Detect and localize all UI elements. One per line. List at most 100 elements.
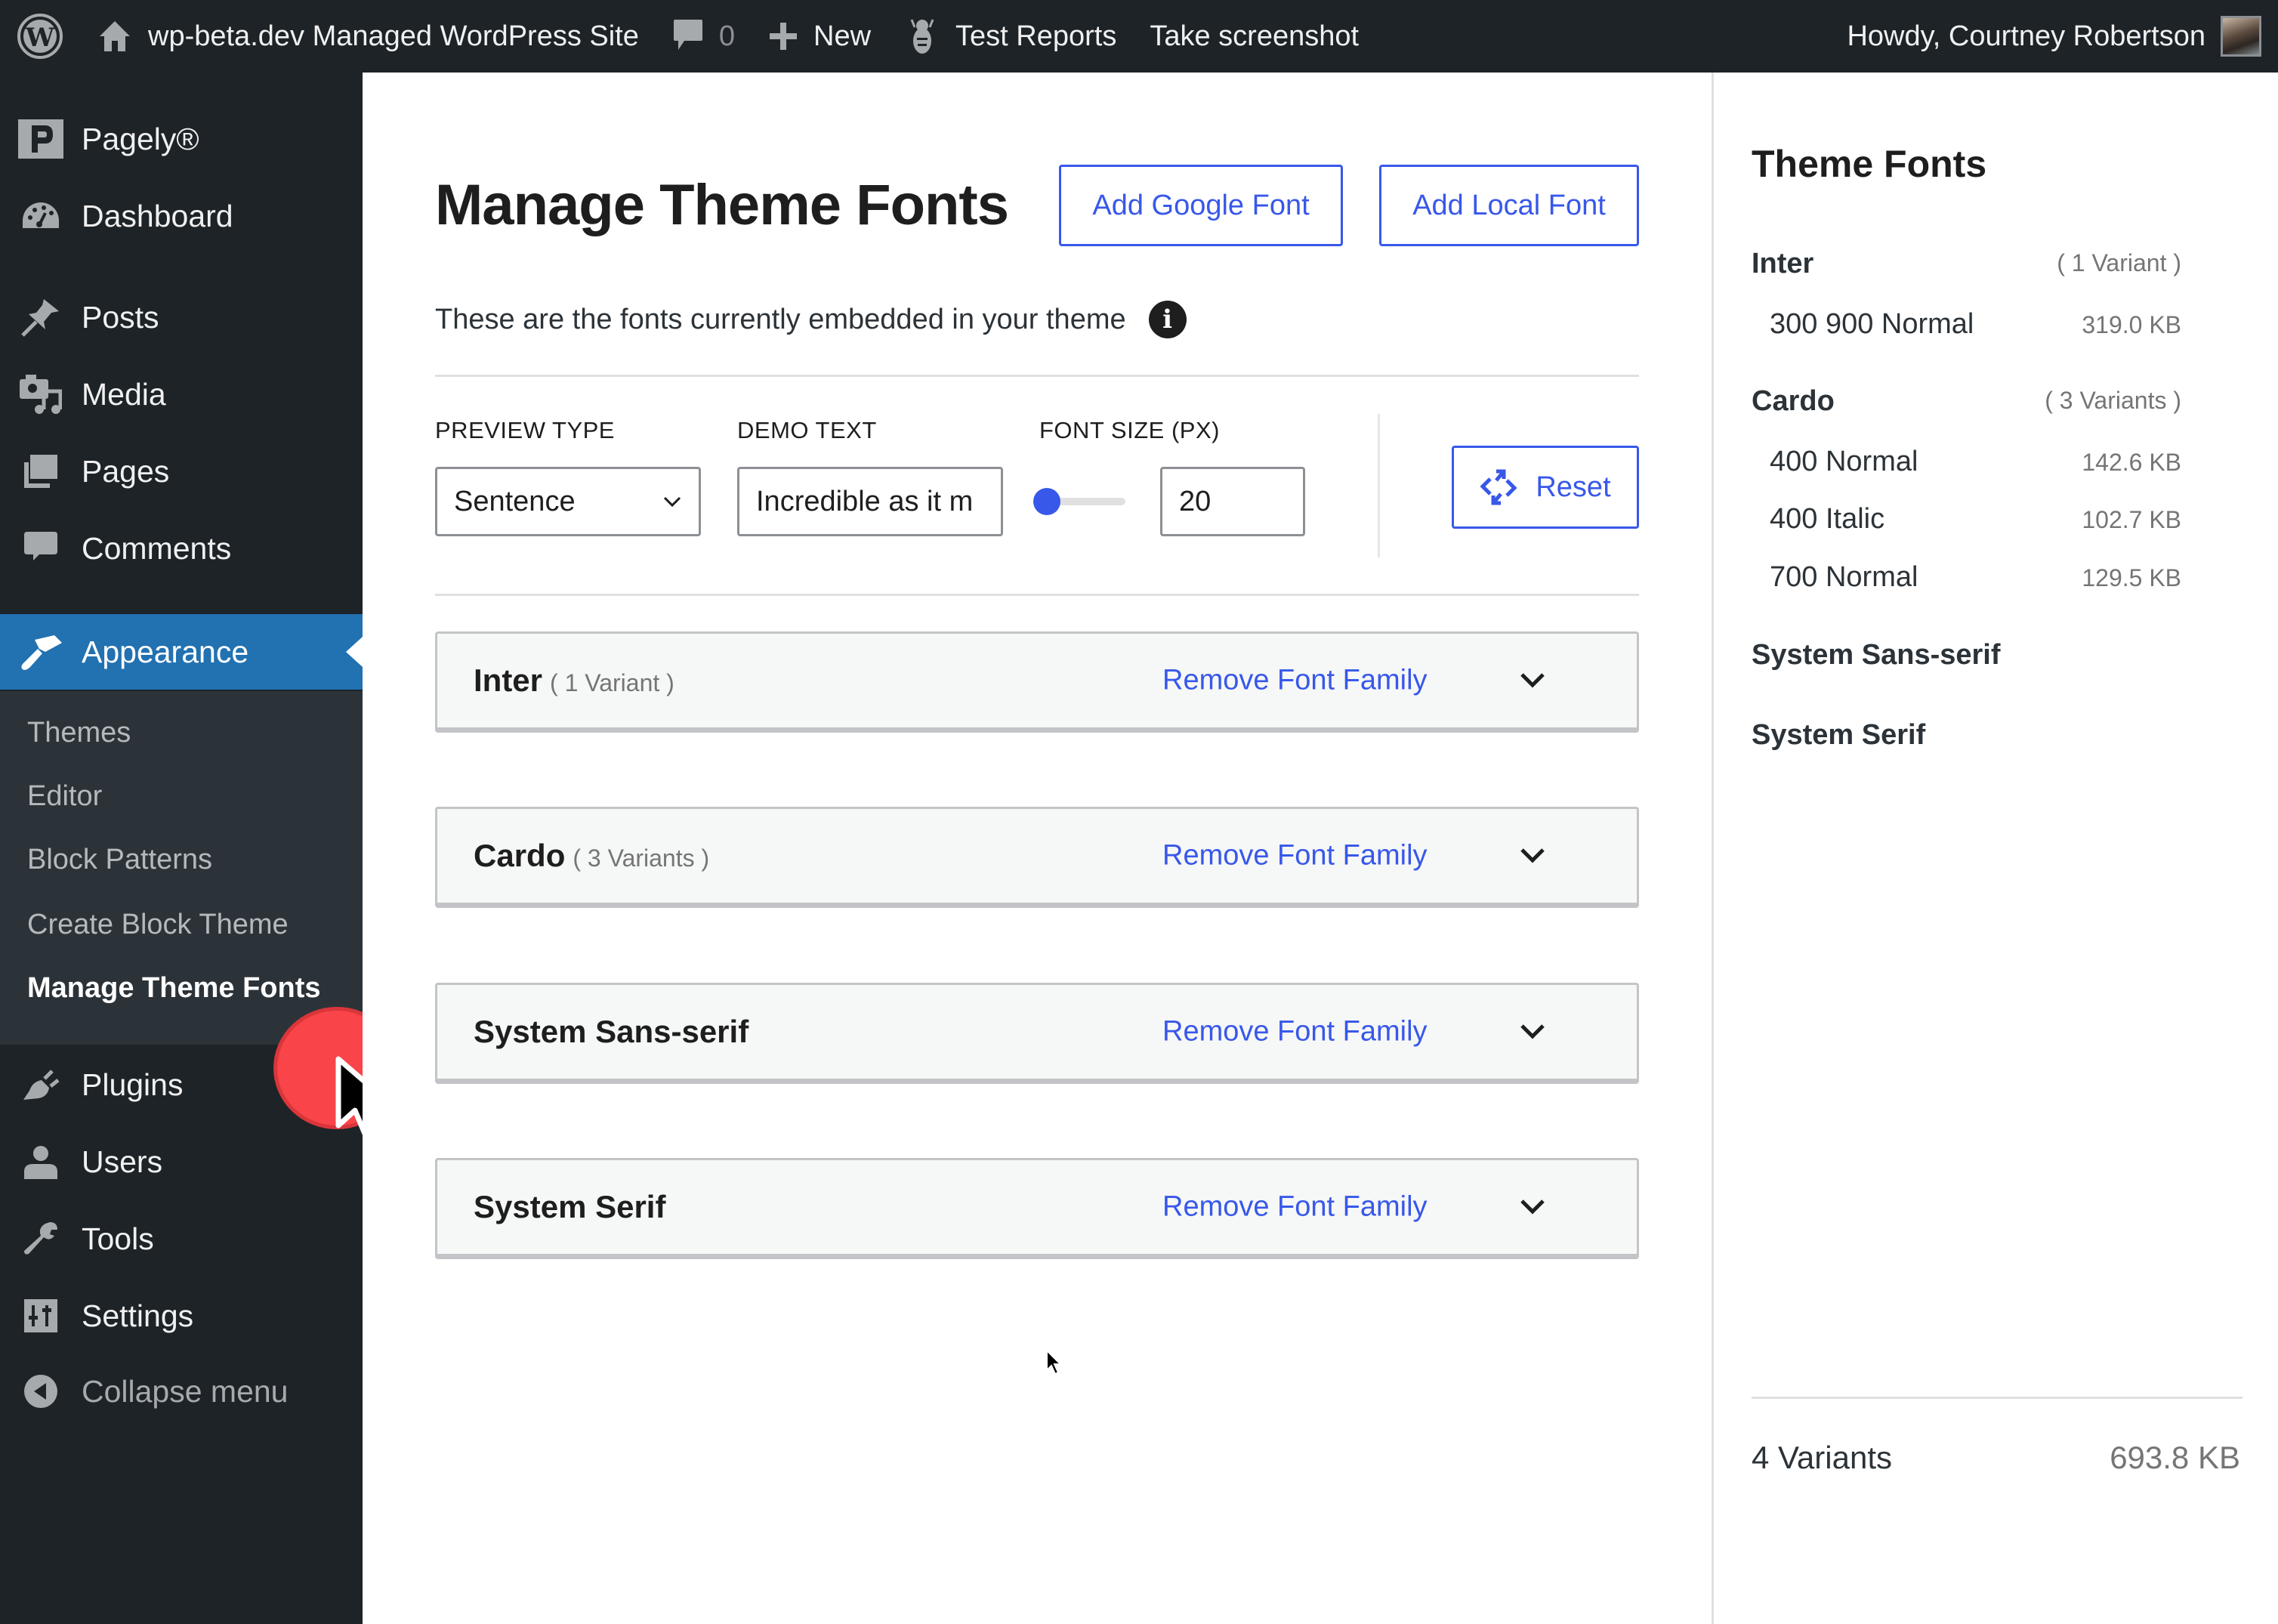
new-content-menu[interactable]: New (752, 0, 887, 73)
comments-link[interactable]: 0 (656, 0, 752, 73)
wordpress-logo-menu[interactable]: W (0, 0, 80, 73)
panel-variant-count: ( 3 Variants ) (2045, 387, 2181, 414)
divider (435, 375, 1639, 377)
remove-font-family-link[interactable]: Remove Font Family (1162, 840, 1428, 872)
preview-type-select[interactable]: Sentence (435, 467, 701, 536)
panel-variant-label: 700 Normal (1770, 561, 1918, 593)
divider (435, 594, 1639, 596)
sidebar-item-comments[interactable]: Comments (0, 511, 363, 586)
sidebar-item-dashboard[interactable]: Dashboard (0, 178, 363, 254)
sidebar-item-label: Media (82, 376, 166, 412)
panel-variant-label: 400 Italic (1770, 503, 1885, 535)
font-family-row-inter[interactable]: Inter( 1 Variant ) Remove Font Family (435, 631, 1639, 733)
reset-label: Reset (1536, 471, 1611, 503)
sidebar-item-tools[interactable]: Tools (0, 1201, 363, 1277)
panel-family-name: Inter (1752, 248, 1814, 279)
sidebar-item-posts[interactable]: Posts (0, 279, 363, 355)
plus-icon (770, 23, 797, 50)
sidebar-item-label: Pages (82, 453, 170, 489)
paintbrush-icon (18, 629, 63, 675)
sidebar-item-label: Settings (82, 1298, 194, 1333)
info-icon[interactable]: i (1148, 301, 1187, 338)
media-camera-music-icon (18, 372, 63, 417)
submenu-item-create-block-theme[interactable]: Create Block Theme (27, 909, 289, 941)
mouse-pointer-icon (1046, 1349, 1063, 1375)
variant-count: ( 3 Variants ) (573, 844, 710, 872)
submenu-item-manage-theme-fonts[interactable]: Manage Theme Fonts (27, 972, 321, 1005)
font-size-input[interactable]: 20 (1160, 467, 1305, 536)
sidebar-item-label: Appearance (82, 634, 249, 669)
font-family-row-system-sans-serif[interactable]: System Sans-serif Remove Font Family (435, 983, 1639, 1084)
settings-sliders-icon (18, 1293, 63, 1338)
svg-text:W: W (25, 23, 55, 53)
panel-variant-label: 300 900 Normal (1770, 308, 1974, 340)
chevron-down-icon[interactable] (1516, 664, 1549, 697)
admin-bar: W wp-beta.dev Managed WordPress Site 0 N… (0, 0, 2278, 73)
chevron-down-icon[interactable] (1516, 1015, 1549, 1048)
avatar (2221, 16, 2261, 57)
page-title: Manage Theme Fonts (435, 173, 1009, 237)
user-icon (18, 1139, 63, 1184)
take-screenshot-link[interactable]: Take screenshot (1133, 0, 1375, 73)
reset-button[interactable]: Reset (1452, 446, 1639, 529)
remove-font-family-link[interactable]: Remove Font Family (1162, 1016, 1428, 1048)
font-size-label: FONT SIZE (PX) (1039, 417, 1220, 443)
sidebar-item-settings[interactable]: Settings (0, 1278, 363, 1354)
preview-type-label: PREVIEW TYPE (435, 417, 615, 443)
panel-family-name: System Serif (1752, 719, 1926, 751)
my-account-menu[interactable]: Howdy, Courtney Robertson (1830, 0, 2278, 73)
test-reports-link[interactable]: Test Reports (887, 0, 1133, 73)
total-size: 693.8 KB (2110, 1440, 2240, 1475)
remove-font-family-link[interactable]: Remove Font Family (1162, 1191, 1428, 1224)
sidebar-item-label: Dashboard (82, 198, 233, 233)
add-local-font-button[interactable]: Add Local Font (1379, 165, 1639, 246)
sidebar-item-appearance[interactable]: Appearance (0, 614, 363, 690)
main-content: Manage Theme Fonts Add Google Font Add L… (363, 73, 1713, 1624)
total-variants: 4 Variants (1752, 1440, 1892, 1475)
font-family-row-cardo[interactable]: Cardo( 3 Variants ) Remove Font Family (435, 807, 1639, 908)
wordpress-logo-icon: W (17, 14, 63, 59)
site-name-link[interactable]: wp-beta.dev Managed WordPress Site (80, 0, 656, 73)
panel-family-name: System Sans-serif (1752, 639, 2001, 671)
home-icon (100, 21, 130, 51)
demo-text-label: DEMO TEXT (737, 417, 877, 443)
comment-bubble-icon (673, 20, 702, 50)
slider-thumb[interactable] (1033, 488, 1060, 515)
panel-variant-label: 400 Normal (1770, 446, 1918, 477)
font-family-name: Inter( 1 Variant ) (474, 662, 674, 698)
sidebar-item-media[interactable]: Media (0, 357, 363, 432)
sidebar-item-label: Posts (82, 299, 159, 335)
site-name: wp-beta.dev Managed WordPress Site (148, 20, 639, 52)
sidebar-item-label: Pagely® (82, 121, 199, 156)
submenu-item-block-patterns[interactable]: Block Patterns (27, 844, 212, 876)
sidebar-item-users[interactable]: Users (0, 1124, 363, 1199)
comments-count: 0 (718, 20, 735, 52)
panel-variant-count: ( 1 Variant ) (2057, 249, 2181, 276)
submenu-item-editor[interactable]: Editor (27, 780, 102, 813)
font-family-row-system-serif[interactable]: System Serif Remove Font Family (435, 1158, 1639, 1259)
chevron-down-icon[interactable] (1516, 839, 1549, 872)
appearance-submenu: Themes Editor Block Patterns Create Bloc… (0, 691, 363, 1045)
sidebar-item-pagely[interactable]: Pagely® (0, 101, 363, 177)
sidebar-item-label: Tools (82, 1221, 154, 1256)
take-screenshot-label: Take screenshot (1150, 20, 1360, 52)
submenu-item-themes[interactable]: Themes (27, 717, 131, 749)
sidebar-item-label: Users (82, 1144, 163, 1179)
test-reports-label: Test Reports (955, 20, 1117, 52)
user-greeting: Howdy, Courtney Robertson (1847, 20, 2205, 52)
remove-font-family-link[interactable]: Remove Font Family (1162, 665, 1428, 697)
panel-title: Theme Fonts (1752, 143, 1987, 185)
variant-count: ( 1 Variant ) (550, 669, 674, 696)
demo-text-input[interactable]: Incredible as it m (737, 467, 1003, 536)
panel-variant-size: 129.5 KB (2082, 564, 2181, 591)
comment-bubble-icon (18, 526, 63, 571)
chevron-down-icon[interactable] (1516, 1190, 1549, 1224)
divider (1752, 1397, 2243, 1399)
add-google-font-button[interactable]: Add Google Font (1059, 165, 1343, 246)
panel-variant-size: 142.6 KB (2082, 449, 2181, 476)
collapse-menu-button[interactable]: Collapse menu (0, 1354, 363, 1429)
font-family-name: System Sans-serif (474, 1014, 749, 1049)
sidebar-item-label: Plugins (82, 1067, 184, 1102)
font-size-slider[interactable] (1033, 488, 1125, 515)
sidebar-item-pages[interactable]: Pages (0, 434, 363, 509)
